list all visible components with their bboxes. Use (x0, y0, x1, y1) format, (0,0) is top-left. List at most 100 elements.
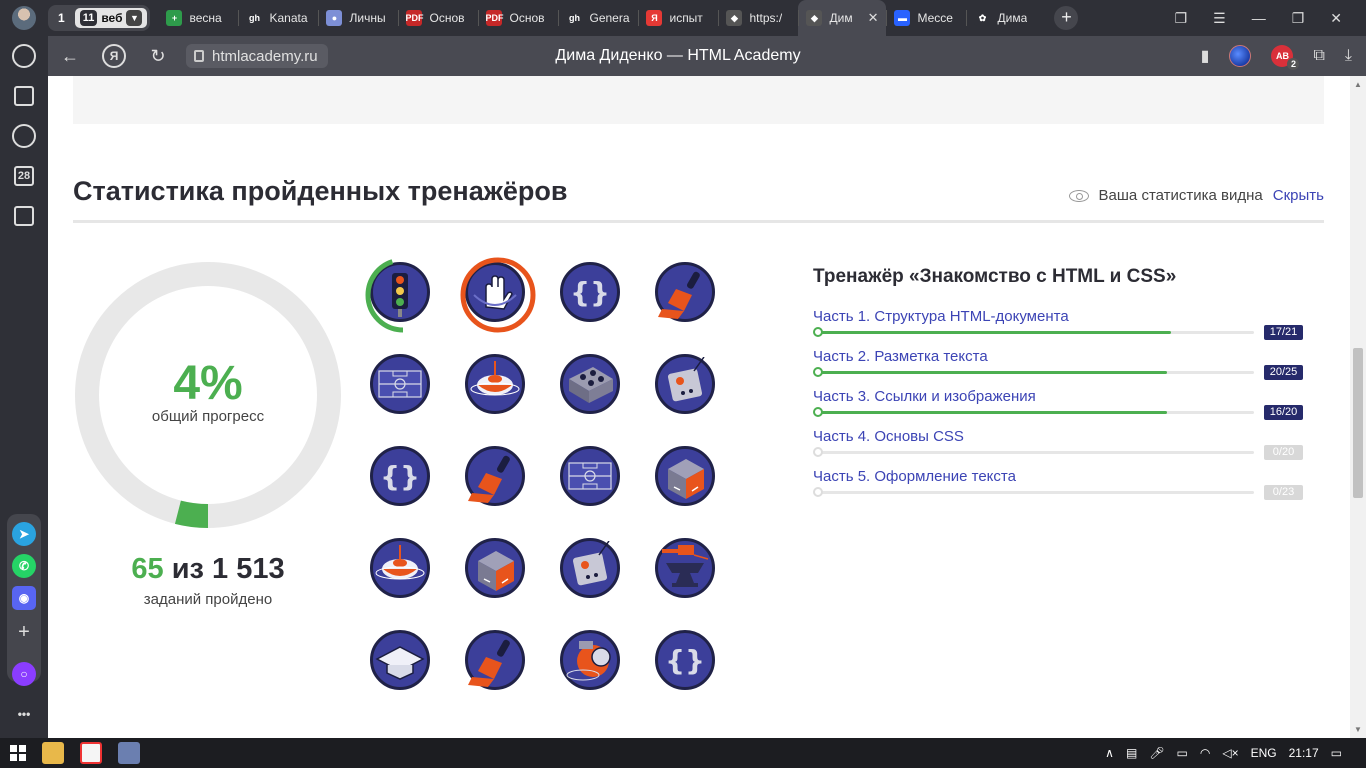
trainer-badge-17[interactable] (370, 630, 430, 690)
trainer-badge-5[interactable] (370, 354, 430, 414)
browser-tab[interactable]: gh Genera (558, 0, 638, 36)
notifications-icon[interactable]: ▭ (1331, 746, 1342, 760)
collections-icon[interactable] (14, 86, 34, 106)
microphone-icon[interactable]: 🎤︎ (1149, 746, 1164, 760)
browser-tab[interactable]: gh Kanata (238, 0, 318, 36)
trainer-badge-13[interactable] (370, 538, 430, 598)
trainer-part-link[interactable]: Часть 5. Оформление текста (813, 468, 1303, 485)
trainer-badge-18[interactable] (465, 630, 525, 690)
tab-group-web[interactable]: 11 веб ▼ (74, 8, 148, 28)
close-window-button[interactable]: ✕ (1330, 10, 1342, 27)
part-progress-fill (817, 411, 1167, 414)
whatsapp-icon[interactable]: ✆ (12, 554, 36, 578)
adblock-extension-icon[interactable]: AB 2 (1271, 45, 1300, 70)
trainer-part-link[interactable]: Часть 1. Структура HTML-документа (813, 308, 1303, 325)
discord-icon[interactable]: ◉ (12, 586, 36, 610)
back-button[interactable]: ← (48, 46, 92, 67)
trainer-badge-9[interactable]: {} (370, 446, 430, 506)
scroll-down-arrow[interactable]: ▼ (1354, 725, 1362, 734)
clock[interactable]: 21:17 (1289, 746, 1319, 760)
restore-button[interactable]: ❐ (1292, 10, 1305, 27)
browser-tab[interactable]: ✿ Дима (966, 0, 1046, 36)
menu-icon[interactable]: ☰ (1213, 10, 1226, 27)
volume-icon[interactable]: ◁× (1222, 746, 1238, 760)
tab-title: https:/ (749, 11, 783, 25)
trainer-badge-4[interactable] (655, 262, 715, 322)
rubik-cube-icon (668, 459, 704, 499)
add-app-icon[interactable]: + (12, 620, 36, 644)
trainer-badge-10[interactable] (465, 446, 525, 506)
trainer-badge-20[interactable]: {} (655, 630, 715, 690)
part-progress-fill (817, 371, 1167, 374)
tabs-manager-icon[interactable]: ❐ (1175, 10, 1188, 27)
wifi-icon[interactable]: ◠ (1200, 746, 1210, 760)
profile-avatar[interactable] (12, 6, 36, 30)
browser-tab[interactable]: ◆ Дим ✕ (798, 0, 887, 36)
reload-button[interactable]: ↻ (136, 46, 180, 67)
history-icon[interactable] (12, 44, 36, 68)
minimize-button[interactable]: — (1252, 10, 1266, 26)
trainer-part-3: Часть 3. Ссылки и изображения 16/20 (813, 388, 1303, 428)
browser-tab[interactable]: PDF Основ (478, 0, 558, 36)
browser-tab[interactable]: ▬ Мессе (886, 0, 966, 36)
hide-stats-link[interactable]: Скрыть (1273, 187, 1324, 204)
file-explorer-icon[interactable] (42, 742, 64, 764)
bookmark-icon[interactable]: ▮ (1201, 46, 1210, 66)
alice-assistant-icon[interactable]: ○ (12, 662, 36, 686)
page-content: Статистика пройденных тренажёров Ваша ст… (48, 76, 1350, 738)
trainer-badge-8[interactable] (655, 354, 715, 414)
yandex-button[interactable]: Я (102, 44, 126, 68)
download-icon[interactable]: ⤓ (1345, 47, 1352, 65)
trainer-badge-14[interactable] (465, 538, 525, 598)
window-controls: ❐ ☰ — ❐ ✕ (1175, 0, 1366, 36)
trainer-badge-12[interactable] (655, 446, 715, 506)
page-scrollbar[interactable]: ▲ ▼ (1350, 76, 1366, 738)
trainer-badge-11[interactable] (560, 446, 620, 506)
tab-title: Личны (349, 11, 386, 25)
trainer-badge-6[interactable] (465, 354, 525, 414)
telegram-icon[interactable]: ➤ (12, 522, 36, 546)
lock-icon (194, 50, 204, 62)
browser-tab[interactable]: ● Личны (318, 0, 398, 36)
stats-visibility: Ваша статистика видна Скрыть (1068, 187, 1324, 204)
network-icon[interactable]: ▤ (1126, 746, 1137, 760)
tab-group-1[interactable]: 1 (51, 8, 72, 28)
trainer-badge-1[interactable] (365, 257, 441, 333)
trainer-badge-16[interactable] (655, 538, 715, 598)
trainer-badge-15[interactable] (560, 538, 620, 598)
calendar-icon[interactable]: 28 (14, 166, 34, 186)
language-indicator[interactable]: ENG (1251, 746, 1277, 760)
tab-groups: 1 11 веб ▼ (48, 5, 151, 31)
browser-tab[interactable]: ◆ https:/ (718, 0, 798, 36)
new-tab-button[interactable]: + (1054, 6, 1079, 30)
scrollbar-thumb[interactable] (1353, 348, 1363, 498)
address-bar[interactable]: htmlacademy.ru (186, 44, 328, 68)
trainer-badge-3[interactable]: {} (560, 262, 620, 322)
screenshot-icon[interactable] (14, 206, 34, 226)
tab-favicon-icon: PDF (485, 10, 503, 26)
trainer-badge-2[interactable] (460, 257, 536, 333)
close-tab-icon[interactable]: ✕ (868, 10, 879, 26)
extensions-icon[interactable]: ⧉ (1313, 47, 1324, 65)
trainer-badge-19[interactable] (560, 630, 620, 690)
trainer-part-link[interactable]: Часть 2. Разметка текста (813, 348, 1303, 365)
browser-tab[interactable]: Яиспыт (638, 0, 718, 36)
battery-icon[interactable]: ▭ (1177, 746, 1188, 760)
browser-tab[interactable]: PDF Основ (398, 0, 478, 36)
trainer-part-link[interactable]: Часть 3. Ссылки и изображения (813, 388, 1303, 405)
browser-tab[interactable]: + весна (158, 0, 238, 36)
tray-expand-icon[interactable]: ∧ (1105, 746, 1114, 760)
video-play-icon[interactable] (12, 124, 36, 148)
part-progress-dot (813, 367, 823, 377)
trainer-part-link[interactable]: Часть 4. Основы CSS (813, 428, 1303, 445)
app-icon[interactable] (118, 742, 140, 764)
yandex-browser-icon[interactable] (80, 742, 102, 764)
vpn-extension-icon[interactable] (1229, 45, 1252, 67)
part-progress-dot (813, 407, 823, 417)
browser-sidebar: 28 ➤ ✆ ◉ + ○ ••• (0, 36, 48, 738)
trainer-badge-7[interactable] (560, 354, 620, 414)
windows-start-icon[interactable] (10, 745, 26, 761)
more-icon[interactable]: ••• (12, 702, 36, 726)
scroll-up-arrow[interactable]: ▲ (1354, 80, 1362, 89)
chevron-down-icon[interactable]: ▼ (126, 10, 143, 26)
